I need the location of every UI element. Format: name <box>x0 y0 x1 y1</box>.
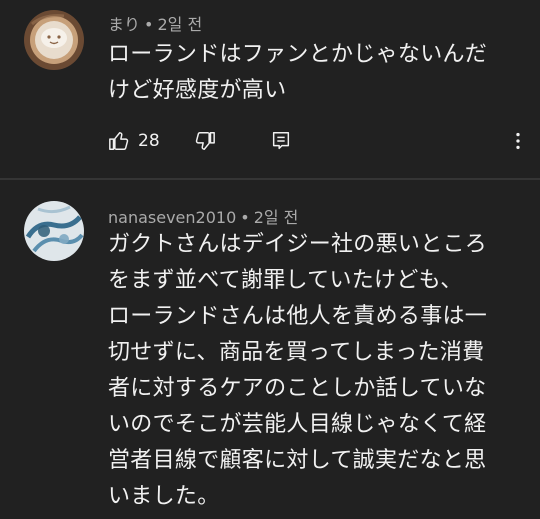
avatar[interactable] <box>24 201 84 261</box>
reply-comment-icon <box>272 132 290 150</box>
comment-line: ローランドさんは他人を責める事は一 <box>108 304 488 329</box>
comment-line: 者に対するケアのことしか話していな <box>108 376 487 401</box>
comment-item: まり • 2일 전 ローランドはファンとかじゃないんだ けど好感度が高い 28 <box>0 0 540 178</box>
blue-drawing-avatar-image <box>24 201 84 261</box>
comment-line: ローランドはファンとかじゃないんだ <box>108 42 488 67</box>
avatar[interactable] <box>24 10 84 70</box>
comment-age[interactable]: 2일 전 <box>157 15 202 34</box>
more-actions-button[interactable] <box>508 125 528 157</box>
like-count: 28 <box>138 131 160 151</box>
thumbs-up-icon <box>109 132 129 150</box>
comment-meta: まり • 2일 전 <box>108 11 202 35</box>
dislike-button[interactable] <box>194 125 216 157</box>
comment-actions: 28 <box>108 125 528 157</box>
comment-line: いのでそこが芸能人目線じゃなくて経 <box>108 412 487 437</box>
comment-text: ガクトさんはデイジー社の悪いところ をまず並べて謝罪していたけども、 ローランド… <box>108 227 528 515</box>
comment-line: 営者目線で顧客に対して誠実だなと思 <box>108 448 487 473</box>
reply-button[interactable] <box>270 125 292 157</box>
comment-line: けど好感度が高い <box>108 78 287 103</box>
author-name[interactable]: まり <box>108 15 140 34</box>
meta-separator: • <box>144 15 154 34</box>
more-vertical-icon <box>516 132 520 150</box>
comment-line: ガクトさんはデイジー社の悪いところ <box>108 232 488 257</box>
like-button[interactable]: 28 <box>108 125 160 157</box>
author-name[interactable]: nanaseven2010 <box>108 208 236 227</box>
comment-age[interactable]: 2일 전 <box>254 208 299 227</box>
comment-line: をまず並べて謝罪していたけども、 <box>108 268 463 293</box>
comment-item: nanaseven2010 • 2일 전 ガクトさんはデイジー社の悪いところ をまず… <box>0 180 540 519</box>
comment-meta: nanaseven2010 • 2일 전 <box>108 204 298 228</box>
comment-line: 切せずに、商品を買ってしまった消費 <box>108 340 485 365</box>
latte-art-avatar-image <box>24 10 84 70</box>
comment-line: いました。 <box>108 484 220 509</box>
meta-separator: • <box>240 208 250 227</box>
comment-text: ローランドはファンとかじゃないんだ けど好感度が高い <box>108 37 528 109</box>
comments-page: まり•2일 전 ローランドはファンとかじゃないんだ けど好感度が高い 28 <box>0 0 540 519</box>
thumbs-down-icon <box>195 132 215 150</box>
